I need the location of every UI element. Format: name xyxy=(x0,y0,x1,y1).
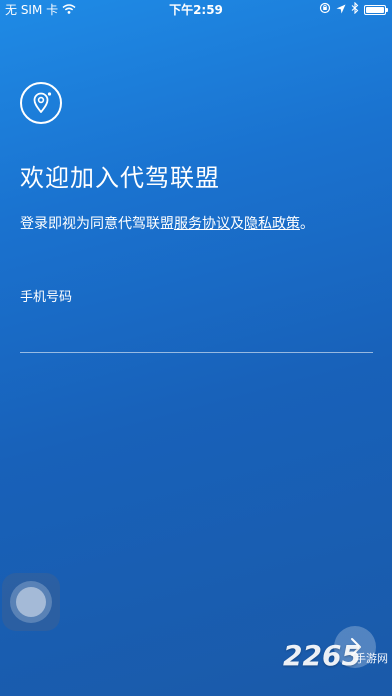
battery-level xyxy=(366,7,384,13)
phone-number-input[interactable] xyxy=(20,318,373,353)
status-bar: 无 SIM 卡 下午2:59 xyxy=(0,0,392,20)
app-logo xyxy=(20,82,62,124)
phone-label: 手机号码 xyxy=(20,290,73,305)
location-pin-icon xyxy=(33,92,52,113)
agreement-conjunction: 及 xyxy=(230,216,244,232)
page-title: 欢迎加入代驾联盟 xyxy=(20,164,220,192)
status-right xyxy=(319,0,388,20)
privacy-policy-link[interactable]: 隐私政策 xyxy=(244,216,300,232)
agreement-period: 。 xyxy=(300,216,314,232)
orientation-lock-icon xyxy=(319,0,331,20)
service-agreement-link[interactable]: 服务协议 xyxy=(174,216,230,232)
battery-icon xyxy=(364,5,388,15)
assistive-touch-button[interactable] xyxy=(2,573,60,631)
watermark-text: 手游网 xyxy=(355,652,388,665)
assistive-touch-core xyxy=(16,587,46,617)
agreement-prefix: 登录即视为同意代驾联盟 xyxy=(20,216,174,232)
login-screen: 无 SIM 卡 下午2:59 欢迎加入代驾联盟 登录即视为同意代驾联盟服务协议及… xyxy=(0,0,392,696)
agreement-text: 登录即视为同意代驾联盟服务协议及隐私政策。 xyxy=(20,212,314,236)
location-arrow-icon xyxy=(336,0,346,20)
bluetooth-icon xyxy=(351,0,359,20)
watermark: 2265 手游网 xyxy=(283,638,392,696)
watermark-number: 2265 xyxy=(283,639,361,672)
